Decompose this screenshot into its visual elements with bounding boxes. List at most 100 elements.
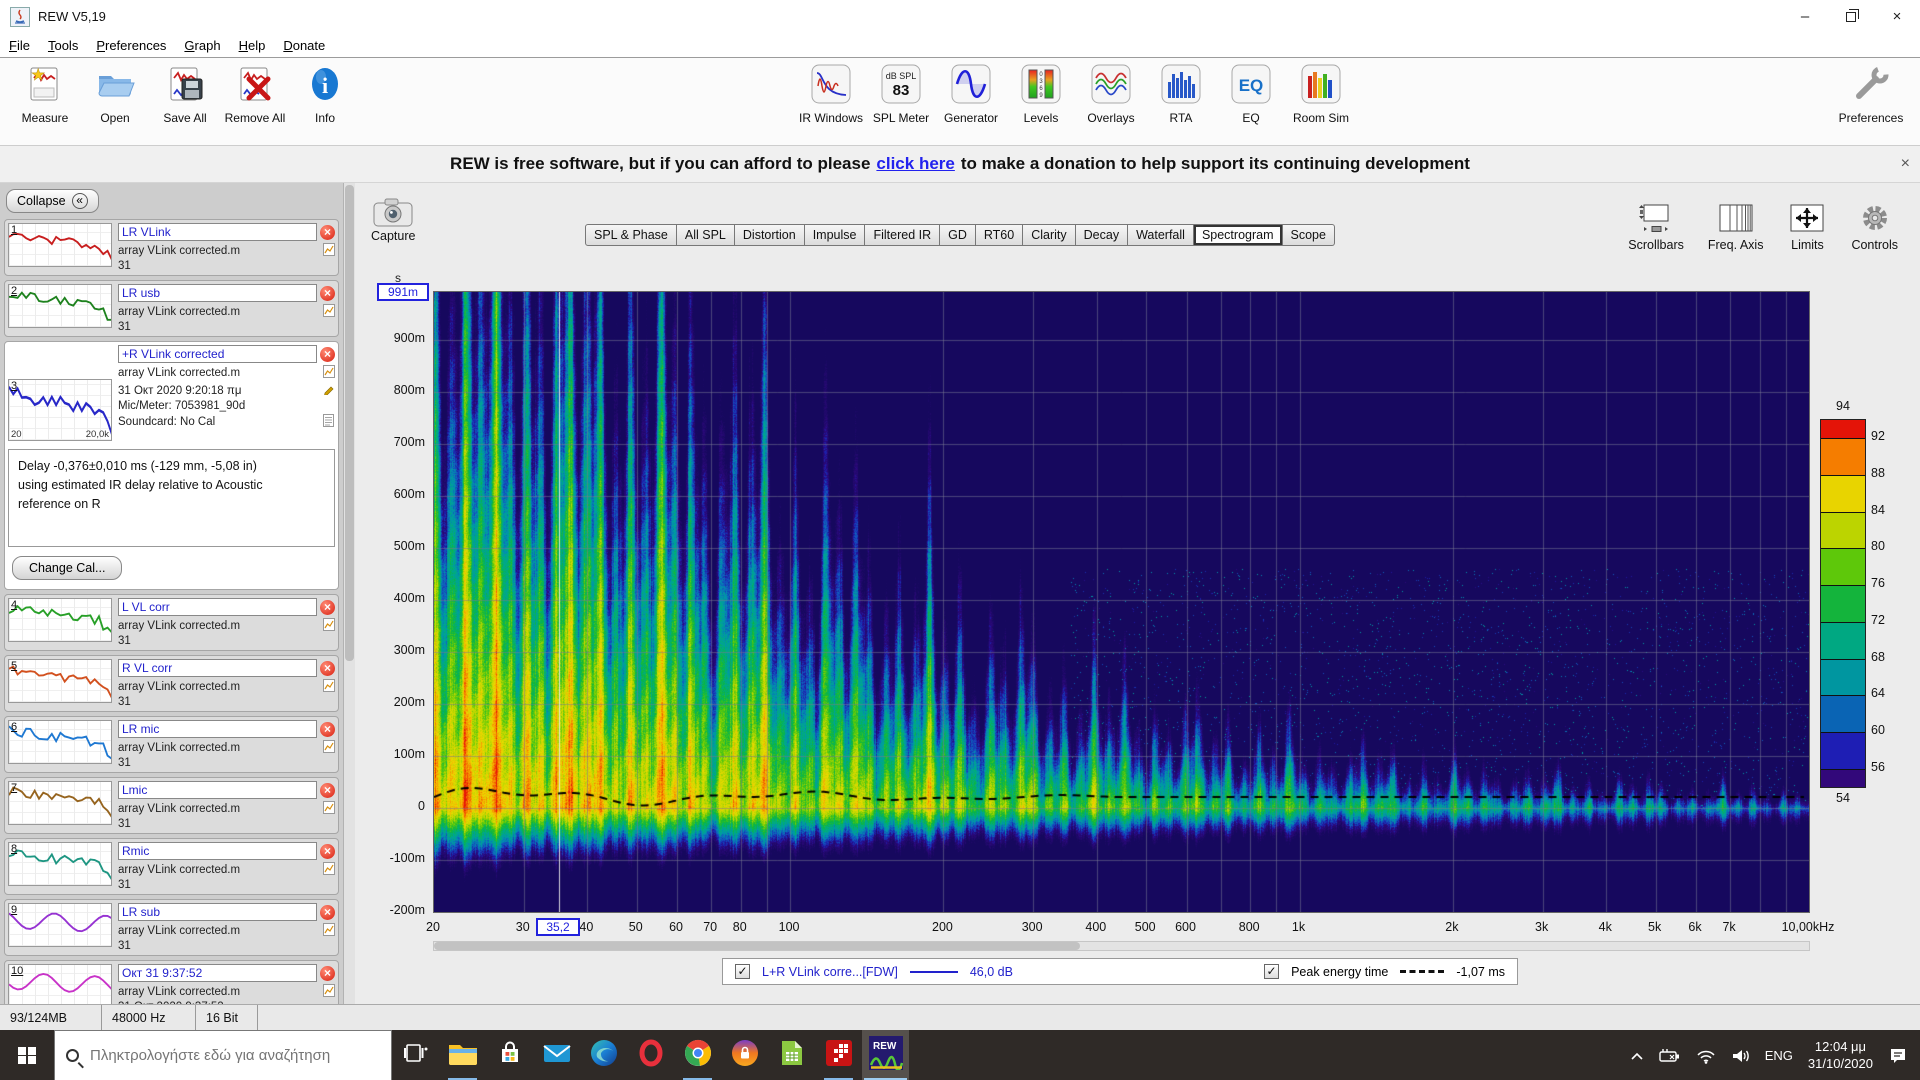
tab-clarity[interactable]: Clarity: [1023, 224, 1076, 246]
toolbar-button-open[interactable]: Open: [80, 60, 150, 125]
menu-item-graph[interactable]: Graph: [175, 38, 229, 53]
speaker-icon[interactable]: [1731, 1048, 1750, 1064]
measurement-thumbnail[interactable]: 9: [8, 903, 112, 947]
measurement-panel[interactable]: 6×array VLink corrected.m31: [4, 716, 339, 773]
edit-pencil-icon[interactable]: [323, 383, 335, 398]
menu-item-help[interactable]: Help: [230, 38, 275, 53]
tab-filtered-ir[interactable]: Filtered IR: [865, 224, 941, 246]
measurement-panel[interactable]: 10×array VLink corrected.m31 Окт 2020 9:…: [4, 960, 339, 1004]
measurement-panel-selected[interactable]: 32020,0k×array VLink corrected.m31 Окт 2…: [4, 341, 339, 590]
delete-measurement-button[interactable]: ×: [320, 782, 335, 798]
toolbar-button-room-sim[interactable]: Room Sim: [1286, 60, 1356, 125]
delete-measurement-button[interactable]: ×: [320, 599, 335, 615]
taskbar-icon-task-view[interactable]: [392, 1030, 439, 1080]
delete-measurement-button[interactable]: ×: [320, 843, 335, 859]
delete-measurement-button[interactable]: ×: [320, 346, 335, 362]
measurement-panel[interactable]: 2×array VLink corrected.m31: [4, 280, 339, 337]
change-cal-button[interactable]: Change Cal...: [12, 556, 123, 580]
collapse-button[interactable]: Collapse «: [6, 189, 99, 213]
measurement-name-input[interactable]: [118, 842, 317, 860]
graph-tool-scrollbars[interactable]: Scrollbars: [1628, 203, 1684, 252]
measurement-name-input[interactable]: [118, 781, 317, 799]
tab-waterfall[interactable]: Waterfall: [1128, 224, 1194, 246]
taskbar-search[interactable]: [54, 1030, 392, 1080]
graph-tool-freq-axis[interactable]: Freq. Axis: [1708, 203, 1763, 252]
trace-checkbox[interactable]: ✓: [735, 964, 750, 979]
measurement-panel[interactable]: 5×array VLink corrected.m31: [4, 655, 339, 712]
toolbar-button-spl-meter[interactable]: dB SPL 83 SPL Meter: [866, 60, 936, 125]
toolbar-button-info[interactable]: i Info: [290, 60, 360, 125]
taskbar-icon-edge[interactable]: [580, 1030, 627, 1080]
toolbar-button-levels[interactable]: 0 3 6 9 Levels: [1006, 60, 1076, 125]
delete-measurement-button[interactable]: ×: [320, 721, 335, 737]
toolbar-button-ir-windows[interactable]: IR Windows: [796, 60, 866, 125]
toolbar-button-generator[interactable]: Generator: [936, 60, 1006, 125]
measurement-panel[interactable]: 9×array VLink corrected.m31: [4, 899, 339, 956]
delete-measurement-button[interactable]: ×: [320, 904, 335, 920]
menu-item-preferences[interactable]: Preferences: [87, 38, 175, 53]
measurement-name-input[interactable]: [118, 720, 317, 738]
toolbar-button-remove-all[interactable]: Remove All: [220, 60, 290, 125]
spectrogram-plot[interactable]: [433, 291, 1810, 913]
menu-item-donate[interactable]: Donate: [274, 38, 334, 53]
tab-spl-phase[interactable]: SPL & Phase: [585, 224, 677, 246]
delete-measurement-button[interactable]: ×: [320, 224, 335, 240]
measurement-panel[interactable]: 7×array VLink corrected.m31: [4, 777, 339, 834]
tab-scope[interactable]: Scope: [1282, 224, 1335, 246]
tray-chevron-icon[interactable]: [1630, 1051, 1644, 1061]
menu-item-tools[interactable]: Tools: [39, 38, 87, 53]
measurement-name-input[interactable]: [118, 659, 317, 677]
measurement-thumbnail[interactable]: 8: [8, 842, 112, 886]
measurement-thumbnail[interactable]: 3 20 20,0k: [8, 379, 112, 441]
measurement-thumbnail[interactable]: 4: [8, 598, 112, 642]
measurement-notes[interactable]: Delay -0,376±0,010 ms (-129 mm, -5,08 in…: [8, 449, 335, 547]
tab-decay[interactable]: Decay: [1075, 224, 1129, 246]
toolbar-button-eq[interactable]: EQ EQ: [1216, 60, 1286, 125]
taskbar-icon-ms-store[interactable]: [486, 1030, 533, 1080]
toolbar-button-save-all[interactable]: Save All: [150, 60, 220, 125]
notes-icon[interactable]: [323, 414, 335, 430]
measurement-thumbnail[interactable]: 10: [8, 964, 112, 1004]
measurement-panel[interactable]: 4×array VLink corrected.m31: [4, 594, 339, 651]
banner-close-icon[interactable]: ×: [1901, 155, 1910, 173]
taskbar-icon-opera[interactable]: [627, 1030, 674, 1080]
sidebar-scrollbar[interactable]: [343, 183, 355, 1004]
battery-icon[interactable]: [1659, 1048, 1681, 1063]
measurement-panel[interactable]: 8×array VLink corrected.m31: [4, 838, 339, 895]
start-button[interactable]: [0, 1030, 54, 1080]
taskbar-icon-chrome[interactable]: [674, 1030, 721, 1080]
measurement-name-input[interactable]: [118, 903, 317, 921]
taskbar-icon-libreoffice[interactable]: [768, 1030, 815, 1080]
measurement-name-input[interactable]: [118, 964, 317, 982]
toolbar-button-preferences[interactable]: Preferences: [1836, 60, 1906, 125]
clock[interactable]: 12:04 μμ 31/10/2020: [1808, 1039, 1873, 1073]
tab-impulse[interactable]: Impulse: [804, 224, 866, 246]
plot-horizontal-scrollbar[interactable]: [433, 941, 1810, 951]
delete-measurement-button[interactable]: ×: [320, 285, 335, 301]
menu-item-file[interactable]: File: [0, 38, 39, 53]
language-indicator[interactable]: ENG: [1765, 1048, 1793, 1063]
delete-measurement-button[interactable]: ×: [320, 660, 335, 676]
close-button[interactable]: ×: [1874, 0, 1920, 33]
measurement-thumbnail[interactable]: 5: [8, 659, 112, 703]
search-input[interactable]: [88, 1046, 380, 1065]
delete-measurement-button[interactable]: ×: [320, 965, 335, 981]
taskbar-icon-secure-browser[interactable]: [721, 1030, 768, 1080]
tab-gd[interactable]: GD: [940, 224, 976, 246]
measurement-name-input[interactable]: [118, 284, 317, 302]
peak-energy-checkbox[interactable]: ✓: [1264, 964, 1280, 979]
restore-button[interactable]: [1828, 0, 1874, 33]
tab-distortion[interactable]: Distortion: [734, 224, 805, 246]
measurement-name-input[interactable]: [118, 345, 317, 363]
taskbar-icon-remote-app[interactable]: [815, 1030, 862, 1080]
measurement-thumbnail[interactable]: 6: [8, 720, 112, 764]
measurement-thumbnail[interactable]: 1: [8, 223, 112, 267]
toolbar-button-rta[interactable]: RTA: [1146, 60, 1216, 125]
capture-button[interactable]: Capture: [371, 195, 415, 243]
taskbar-icon-rew[interactable]: REW: [862, 1030, 909, 1080]
minimize-button[interactable]: –: [1782, 0, 1828, 33]
tab-rt60[interactable]: RT60: [975, 224, 1024, 246]
toolbar-button-measure[interactable]: ★ Measure: [10, 60, 80, 125]
tab-all-spl[interactable]: All SPL: [676, 224, 735, 246]
graph-tool-controls[interactable]: Controls: [1851, 203, 1898, 252]
